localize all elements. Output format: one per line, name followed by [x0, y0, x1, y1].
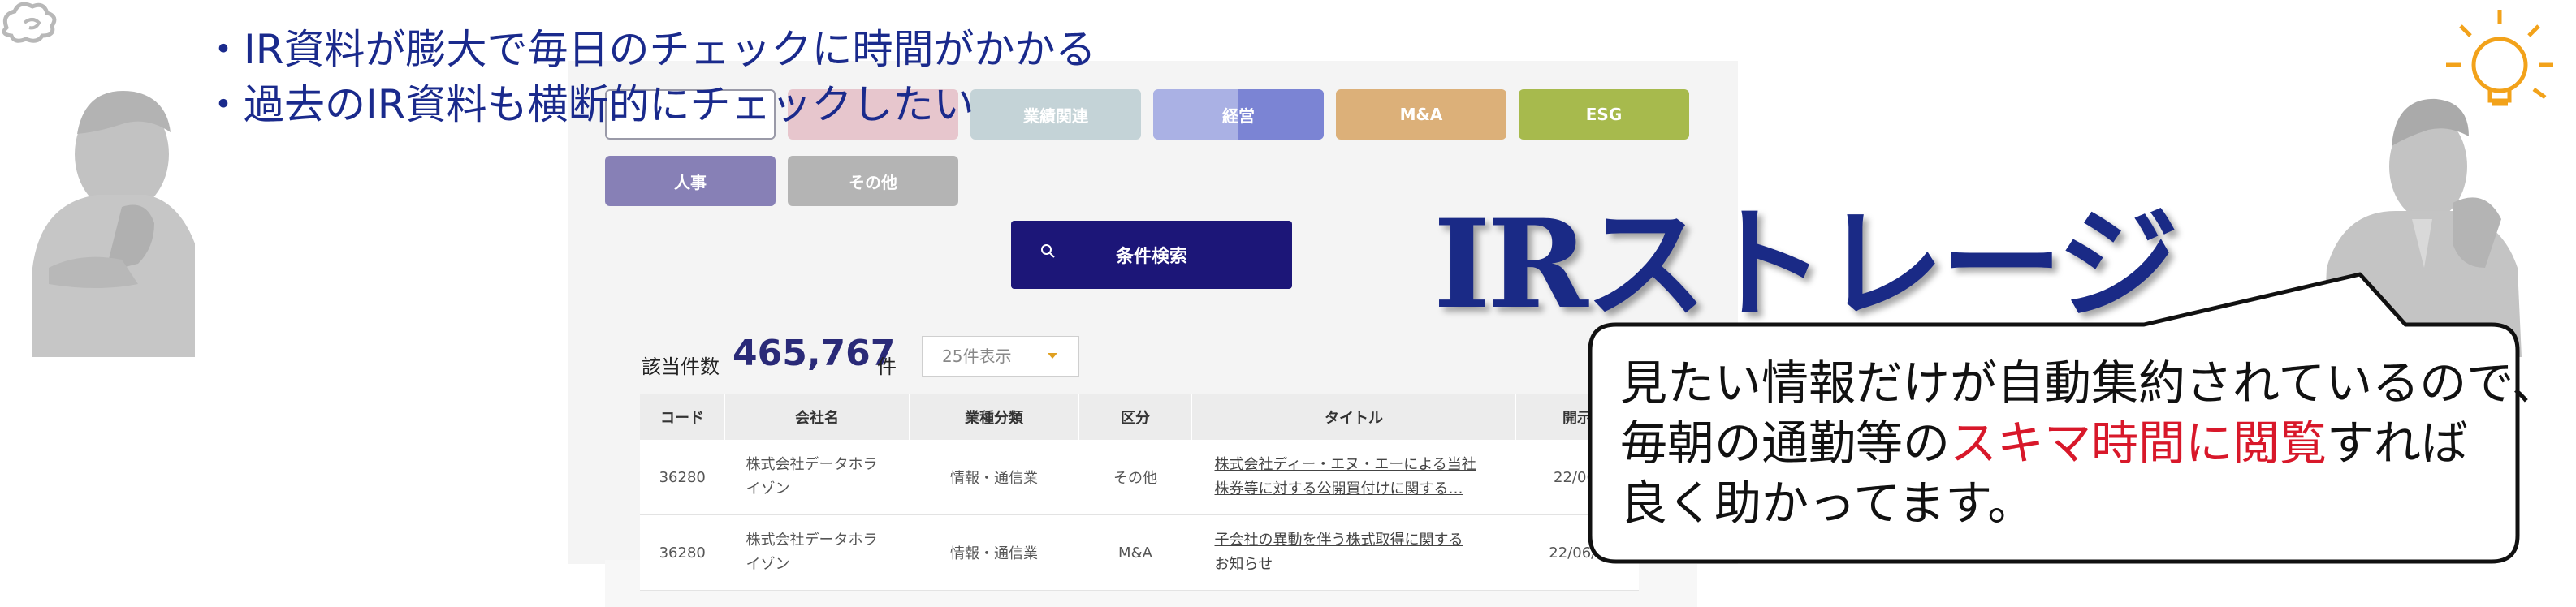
cell-code: 36280: [640, 514, 725, 591]
testimonial-line-3: 良く助かってます。: [1620, 476, 2035, 531]
pain-point-2: ・過去のIR資料も横断的にチェックしたい: [203, 81, 975, 128]
per-page-select[interactable]: 25件表示: [922, 336, 1079, 377]
cell-company: 株式会社データホラ イゾン: [724, 440, 910, 515]
category-chip-ma[interactable]: M&A: [1336, 89, 1506, 140]
table-row[interactable]: 36280 株式会社データホラ イゾン 情報・通信業 その他 株式会社ディー・エヌ…: [640, 440, 1639, 515]
cell-company: 株式会社データホラ イゾン: [724, 514, 910, 591]
category-chip-esg[interactable]: ESG: [1519, 89, 1689, 140]
category-chip-performance[interactable]: 業績関連: [970, 89, 1141, 140]
category-chip-management[interactable]: 経営: [1153, 89, 1324, 140]
table-row[interactable]: 36280 株式会社データホラ イゾン 情報・通信業 M&A 子会社の異動を伴う株…: [640, 514, 1639, 591]
result-count-unit: 件: [877, 355, 897, 378]
result-count: 465,767: [733, 333, 896, 374]
sigh-cloud-icon: [2, 2, 57, 43]
category-chip-other[interactable]: その他: [788, 156, 958, 206]
cell-industry: 情報・通信業: [909, 514, 1079, 591]
cell-industry: 情報・通信業: [909, 440, 1079, 515]
result-count-label: 該当件数: [642, 355, 720, 378]
testimonial-text: 見たい情報だけが自動集約されているので、 毎朝の通勤等のスキマ時間に閲覧すれば …: [1620, 353, 2559, 533]
testimonial-highlight: スキマ時間に閲覧: [1950, 415, 2327, 471]
condition-search-button[interactable]: 条件検索: [1011, 221, 1292, 289]
lightbulb-icon: [2446, 10, 2553, 106]
header-title[interactable]: タイトル: [1191, 394, 1516, 440]
pain-point-1: ・IR資料が膨大で毎日のチェックに時間がかかる: [203, 26, 1096, 73]
testimonial-line-1: 見たい情報だけが自動集約されているので、: [1620, 355, 2559, 411]
results-table: コード 会社名 業種分類 区分 タイトル 開示 36280 株式会社データホライ…: [640, 394, 1639, 591]
cell-code: 36280: [640, 440, 725, 515]
testimonial-line-2: 毎朝の通勤等のスキマ時間に閲覧すれば: [1620, 415, 2469, 471]
header-company[interactable]: 会社名: [724, 394, 910, 440]
search-icon: [1041, 244, 1055, 258]
cell-type: その他: [1078, 440, 1192, 515]
table-header-row: コード 会社名 業種分類 区分 タイトル 開示: [640, 394, 1639, 440]
category-chip-hr[interactable]: 人事: [605, 156, 776, 206]
chevron-down-icon: [1048, 353, 1057, 359]
header-code[interactable]: コード: [640, 394, 725, 440]
cell-title-link[interactable]: 株式会社ディー・エヌ・エーによる当社 株券等に対する公開買付けに関する…: [1191, 440, 1516, 515]
header-industry[interactable]: 業種分類: [909, 394, 1079, 440]
search-button-label: 条件検索: [1115, 247, 1187, 267]
worried-person-illustration: [2, 2, 195, 357]
cell-type: M&A: [1078, 514, 1192, 591]
header-type[interactable]: 区分: [1078, 394, 1192, 440]
per-page-value: 25件表示: [942, 347, 1012, 366]
cell-title-link[interactable]: 子会社の異動を伴う株式取得に関する お知らせ: [1191, 514, 1516, 591]
